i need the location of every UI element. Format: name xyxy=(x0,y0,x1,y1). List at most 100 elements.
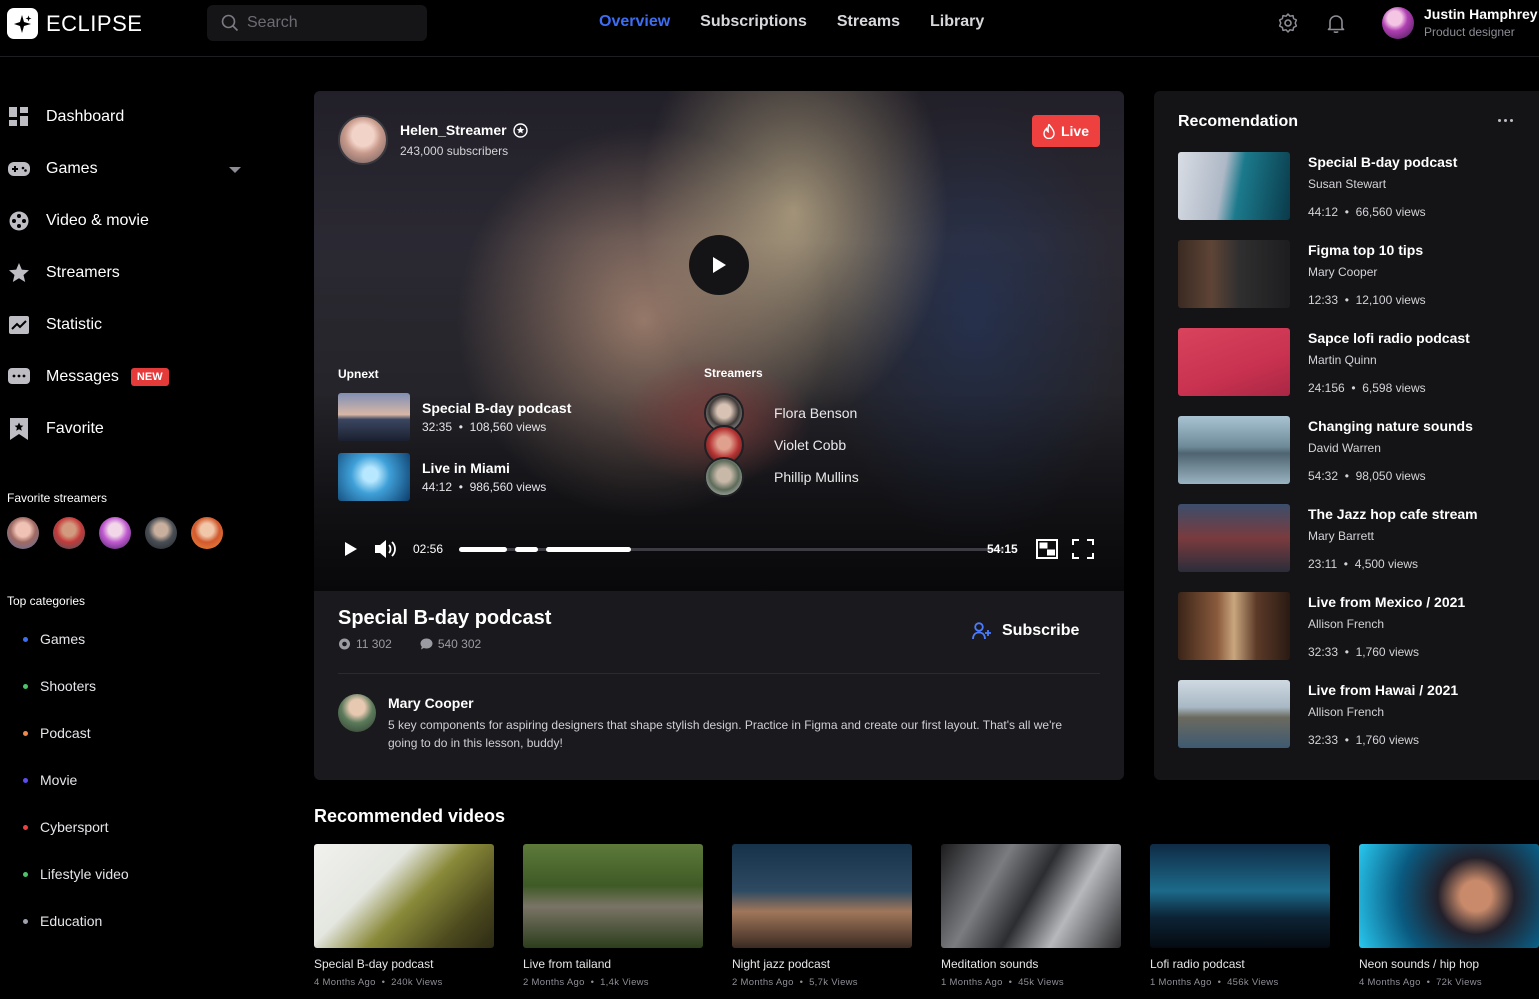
user-menu[interactable]: Justin Hamphrey Product designer xyxy=(1382,6,1538,39)
streamer-name: Helen_Streamer xyxy=(400,122,507,138)
video-card-views: 45k Views xyxy=(1018,977,1064,988)
recommendation-item[interactable]: Sapce lofi radio podcast Martin Quinn 24… xyxy=(1178,328,1518,396)
video-thumbnail xyxy=(1150,844,1330,948)
film-reel-icon xyxy=(8,211,30,231)
nav-overview[interactable]: Overview xyxy=(599,13,670,31)
recommendation-item-author: Susan Stewart xyxy=(1308,177,1387,191)
recommendation-item-author: Allison French xyxy=(1308,705,1385,719)
video-thumbnail xyxy=(1178,680,1290,748)
avatar[interactable] xyxy=(338,694,376,732)
nav-subscriptions[interactable]: Subscriptions xyxy=(700,13,807,31)
video-thumbnail xyxy=(338,393,410,441)
recommendation-item-duration: 44:12 xyxy=(1308,205,1339,219)
recommendation-item-duration: 23:11 xyxy=(1308,557,1338,571)
new-badge: NEW xyxy=(130,368,169,386)
video-card[interactable]: Special B-day podcast 4 Months Ago • 240… xyxy=(314,844,494,988)
avatar[interactable] xyxy=(53,517,85,549)
sidebar-item-video-movie[interactable]: Video & movie xyxy=(8,209,149,233)
play-button[interactable] xyxy=(689,235,749,295)
video-card[interactable]: Neon sounds / hip hop 4 Months Ago • 72k… xyxy=(1359,844,1539,988)
category-podcast[interactable]: Podcast xyxy=(23,725,91,741)
recommendation-item[interactable]: The Jazz hop cafe stream Mary Barrett 23… xyxy=(1178,504,1518,572)
app-name: ECLIPSE xyxy=(46,10,143,36)
play-icon[interactable] xyxy=(344,541,358,557)
category-cybersport[interactable]: Cybersport xyxy=(23,819,108,835)
upnext-item[interactable]: Special B-day podcast 32:35 • 108,560 vi… xyxy=(338,393,571,441)
recommendation-item-title: Changing nature sounds xyxy=(1308,418,1473,434)
category-games[interactable]: Games xyxy=(23,631,85,647)
upnext-title-text: Special B-day podcast xyxy=(422,400,572,416)
avatar[interactable] xyxy=(99,517,131,549)
sidebar-item-messages[interactable]: Messages NEW xyxy=(8,365,169,389)
category-label: Podcast xyxy=(40,725,91,741)
category-shooters[interactable]: Shooters xyxy=(23,678,96,694)
sidebar-item-streamers[interactable]: Streamers xyxy=(8,261,120,285)
category-dot xyxy=(23,918,28,924)
streamer-subscribers: 243,000 subscribers xyxy=(400,144,509,158)
recommendation-item-title: Sapce lofi radio podcast xyxy=(1308,330,1470,346)
recommendation-item[interactable]: Live from Hawai / 2021 Allison French 32… xyxy=(1178,680,1518,748)
recommendation-item-duration: 54:32 xyxy=(1308,469,1339,483)
more-options-icon[interactable] xyxy=(1498,119,1513,122)
sidebar-item-label: Messages xyxy=(46,368,119,385)
view-count: 11 302 xyxy=(356,637,392,651)
sidebar-item-games[interactable]: Games xyxy=(8,157,98,181)
nav-streams[interactable]: Streams xyxy=(837,13,900,31)
top-categories-title: Top categories xyxy=(7,594,86,608)
video-player[interactable]: Helen_Streamer 243,000 subscribers Live … xyxy=(314,91,1124,591)
video-card[interactable]: Lofi radio podcast 1 Months Ago • 456k V… xyxy=(1150,844,1330,988)
video-card[interactable]: Night jazz podcast 2 Months Ago • 5,7k V… xyxy=(732,844,912,988)
recommendation-item[interactable]: Changing nature sounds David Warren 54:3… xyxy=(1178,416,1518,484)
streamer-header[interactable]: Helen_Streamer 243,000 subscribers xyxy=(338,115,528,165)
upnext-item[interactable]: Live in Miami 44:12 • 986,560 views xyxy=(338,453,546,501)
fullscreen-icon[interactable] xyxy=(1072,539,1094,559)
category-label: Cybersport xyxy=(40,819,109,835)
category-dot xyxy=(23,636,28,642)
comment-count: 540 302 xyxy=(437,637,482,651)
avatar[interactable] xyxy=(7,517,39,549)
upnext-duration: 44:12 xyxy=(422,480,453,494)
volume-icon[interactable] xyxy=(374,539,400,559)
recommendation-item[interactable]: Special B-day podcast Susan Stewart 44:1… xyxy=(1178,152,1518,220)
category-lifestyle-video[interactable]: Lifestyle video xyxy=(23,866,129,882)
search-input[interactable] xyxy=(247,14,417,32)
video-thumbnail xyxy=(523,844,703,948)
sidebar-item-statistic[interactable]: Statistic xyxy=(8,313,102,337)
live-label: Live xyxy=(1060,123,1089,139)
search-box[interactable] xyxy=(207,5,427,41)
video-card-title: Lofi radio podcast xyxy=(1150,957,1245,971)
chevron-down-icon[interactable] xyxy=(229,167,241,173)
bell-icon[interactable] xyxy=(1325,12,1347,34)
video-card[interactable]: Live from tailand 2 Months Ago • 1,4k Vi… xyxy=(523,844,703,988)
subscribe-button[interactable]: Subscribe xyxy=(972,622,1079,640)
sidebar-item-favorite[interactable]: Favorite xyxy=(8,417,104,441)
sidebar-item-dashboard[interactable]: Dashboard xyxy=(8,105,124,129)
live-button[interactable]: Live xyxy=(1032,115,1100,147)
gear-icon[interactable] xyxy=(1277,12,1299,34)
total-time: 54:15 xyxy=(987,542,1018,556)
streamer-item[interactable]: Phillip Mullins xyxy=(704,457,859,497)
video-stats: 11 302 540 302 xyxy=(338,637,481,651)
category-education[interactable]: Education xyxy=(23,913,102,929)
logo[interactable]: ECLIPSE xyxy=(7,8,142,39)
picture-in-picture-icon[interactable] xyxy=(1036,539,1058,559)
nav-library[interactable]: Library xyxy=(930,13,984,31)
recommendation-item[interactable]: Figma top 10 tips Mary Cooper 12:33 • 12… xyxy=(1178,240,1518,308)
video-card-age: 4 Months Ago xyxy=(314,977,376,988)
category-movie[interactable]: Movie xyxy=(23,772,77,788)
sidebar-item-label: Video & movie xyxy=(46,212,149,229)
recommendation-item-views: 12,100 views xyxy=(1355,293,1426,307)
divider xyxy=(338,673,1100,674)
recommendation-panel: Recomendation Special B-day podcast Susa… xyxy=(1154,91,1539,780)
category-label: Games xyxy=(40,631,86,647)
recommendation-item-views: 98,050 views xyxy=(1355,469,1426,483)
chart-icon xyxy=(8,315,30,335)
avatar[interactable] xyxy=(191,517,223,549)
recommendation-item-duration: 32:33 xyxy=(1308,645,1339,659)
upnext-duration: 32:35 xyxy=(422,420,453,434)
avatar[interactable] xyxy=(145,517,177,549)
recommendation-item[interactable]: Live from Mexico / 2021 Allison French 3… xyxy=(1178,592,1518,660)
sidebar-item-label: Favorite xyxy=(46,420,104,437)
video-card[interactable]: Meditation sounds 1 Months Ago • 45k Vie… xyxy=(941,844,1121,988)
add-user-icon xyxy=(972,622,991,640)
